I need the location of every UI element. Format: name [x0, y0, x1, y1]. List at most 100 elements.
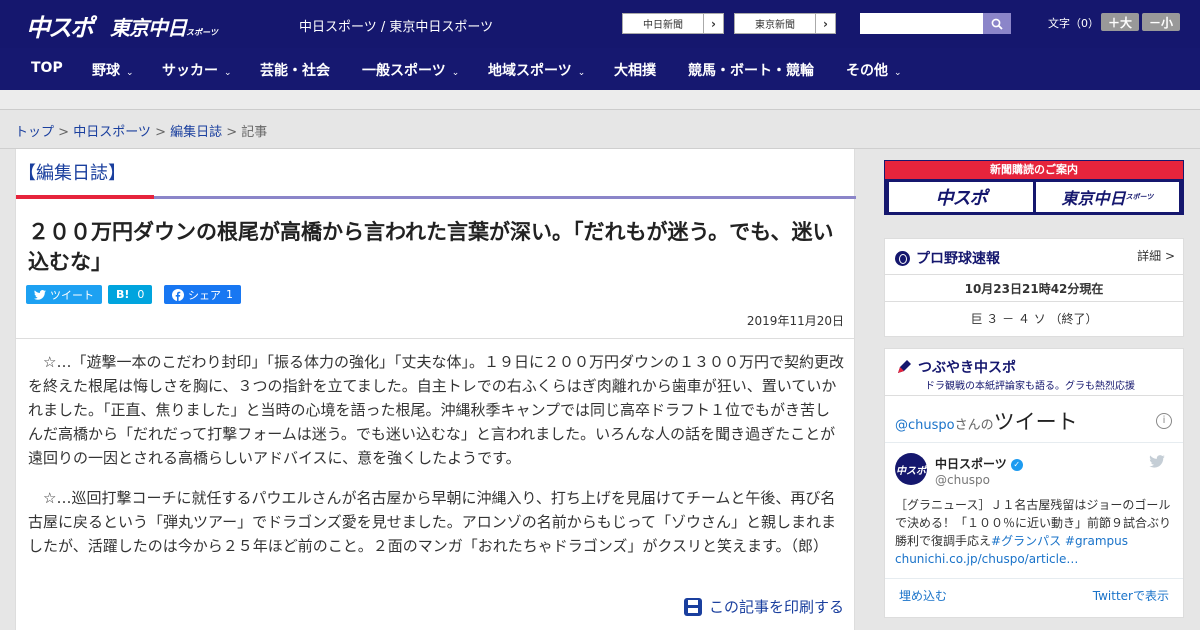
divider	[885, 578, 1183, 579]
twitter-bird-icon[interactable]	[1149, 455, 1165, 468]
tweet-account-handle[interactable]: @chuspo	[935, 473, 990, 487]
handle-suffix: さんの	[954, 418, 994, 433]
chevron-down-icon: ⌄	[451, 68, 460, 78]
avatar[interactable]: 中スポ	[895, 453, 927, 485]
nav-item-label: 野球	[92, 63, 120, 79]
hatena-count: 0	[137, 288, 145, 301]
search-icon	[991, 18, 1003, 30]
site-header: 中スポ 東京中日スポーツ 中日スポーツ / 東京中日スポーツ 中日新聞 › 東京…	[0, 0, 1200, 48]
twitter-handle-link[interactable]: @chuspo	[895, 418, 955, 433]
nav-item-racing[interactable]: 競馬・ボート・競輪	[688, 60, 814, 80]
article-container: 【編集日誌】 ２００万円ダウンの根尾が高橋から言われた言葉が深い。「だれもが迷う…	[15, 149, 856, 630]
facebook-share-label: シェア	[188, 288, 221, 302]
category-bar	[154, 196, 856, 199]
nav-item-label: TOP	[31, 60, 63, 76]
nav-item-label: その他	[846, 63, 888, 79]
nav-item-label: 大相撲	[614, 63, 656, 79]
twitter-widget: つぶやき中スポ ドラ観戦の本紙評論家も語る。グラも熱烈応援 @chuspoさんの…	[884, 348, 1184, 618]
nav-item-baseball[interactable]: 野球 ⌄	[92, 60, 134, 80]
tokyo-chunichi-logo-text: 東京中日	[1061, 189, 1126, 208]
ad-strip	[0, 90, 1200, 110]
nav-item-sumo[interactable]: 大相撲	[614, 60, 656, 80]
baseball-score-widget: プロ野球速報 詳細 > 10月23日21時42分現在 巨 ３ － ４ ソ （終了…	[884, 238, 1184, 337]
twitter-bird-icon	[34, 289, 46, 300]
embed-link[interactable]: 埋め込む	[899, 587, 947, 604]
divider	[885, 274, 1183, 275]
nav-item-label: 一般スポーツ	[362, 63, 446, 79]
search-input[interactable]	[860, 13, 984, 34]
divider	[16, 338, 854, 339]
tokyo-chunichi-logo-text: 東京中日	[110, 16, 187, 40]
nav-item-entertainment[interactable]: 芸能・社会	[260, 60, 330, 80]
baseball-update-time: 10月23日21時42分現在	[964, 282, 1104, 296]
fontsize-increase-button[interactable]: ＋大	[1101, 13, 1139, 31]
tweet-text: ［グラニュース］Ｊ１名古屋残留はジョーのゴールで決める！「１００％に近い動き」前…	[895, 496, 1173, 568]
nav-item-soccer[interactable]: サッカー ⌄	[162, 60, 232, 80]
fontsize-decrease-button[interactable]: －小	[1142, 13, 1180, 31]
info-icon[interactable]: i	[1156, 413, 1172, 429]
printer-icon	[683, 597, 702, 616]
ext-link-label: 東京新聞	[755, 20, 795, 31]
nav-item-label: 地域スポーツ	[488, 63, 572, 79]
tweets-widget-subtitle: ドラ観戦の本紙評論家も語る。グラも熱烈応援	[925, 381, 1135, 392]
game-score[interactable]: 巨 ３ － ４ ソ （終了）	[885, 310, 1183, 327]
tokyo-shimbun-link[interactable]: 東京新聞 ›	[734, 13, 836, 34]
subscription-banner[interactable]: 新聞購読のご案内 中スポ 東京中日 スポーツ	[884, 160, 1184, 215]
chuspo-logo[interactable]: 中スポ	[26, 8, 94, 43]
divider	[885, 395, 1183, 396]
tweet-hashtags[interactable]: #グランパス #grampus	[991, 534, 1128, 548]
chevron-right-icon: ›	[703, 14, 723, 33]
tweet-heading: ツイート	[993, 410, 1078, 434]
verified-badge-icon: ✓	[1010, 458, 1023, 471]
breadcrumb: トップ > 中日スポーツ > 編集日誌 > 記事	[15, 121, 267, 140]
tweet-link[interactable]: chunichi.co.jp/chuspo/article…	[895, 552, 1078, 566]
nav-item-label: 競馬・ボート・競輪	[688, 63, 814, 79]
tweet-account-name[interactable]: 中日スポーツ ✓	[935, 455, 1023, 472]
chevron-down-icon: ⌄	[894, 68, 902, 78]
tokyo-chunichi-logo: 東京中日 スポーツ	[1036, 182, 1179, 212]
widget-title: プロ野球速報	[895, 248, 1000, 268]
twitter-timeline-header: @chuspoさんのツイート	[895, 406, 1078, 436]
breadcrumb-sep: >	[150, 125, 171, 140]
breadcrumb-sep: >	[222, 125, 242, 140]
tokyo-chunichi-logo[interactable]: 東京中日スポーツ	[110, 12, 218, 41]
category-title[interactable]: 【編集日誌】	[18, 159, 126, 185]
divider	[885, 442, 1183, 443]
search-button[interactable]	[983, 13, 1011, 34]
hatena-icon: B!	[116, 288, 130, 301]
breadcrumb-current: 記事	[241, 125, 268, 140]
chevron-down-icon: ⌄	[577, 68, 586, 78]
category-bar	[16, 195, 154, 199]
tweets-widget-title: つぶやき中スポ	[918, 360, 1016, 376]
divider	[885, 301, 1183, 302]
nav-item-general-sports[interactable]: 一般スポーツ ⌄	[362, 60, 459, 80]
baseball-widget-title: プロ野球速報	[916, 251, 1000, 267]
breadcrumb-section[interactable]: 中日スポーツ	[73, 125, 151, 140]
chuspo-logo: 中スポ	[889, 182, 1033, 212]
fontsize-label: 文字（0）	[1048, 17, 1099, 30]
article-paragraph: ☆…巡回打撃コーチに就任するパウエルさんが名古屋から早朝に沖縄入り、打ち上げを見…	[28, 489, 837, 555]
site-names: 中日スポーツ / 東京中日スポーツ	[299, 20, 494, 35]
widget-title: つぶやき中スポ	[895, 357, 1016, 377]
pen-icon	[898, 360, 911, 373]
nav-item-top[interactable]: TOP	[31, 60, 63, 76]
article-paragraph: ☆…「遊撃一本のこだわり封印」「振る体力の強化」「丈夫な体」。１９日に２００万円…	[28, 353, 844, 467]
breadcrumb-category[interactable]: 編集日誌	[170, 125, 222, 140]
subscription-title: 新聞購読のご案内	[885, 161, 1183, 179]
hatena-bookmark-button[interactable]: B! 0	[108, 285, 153, 304]
facebook-share-button[interactable]: シェア 1	[164, 285, 241, 304]
breadcrumb-top[interactable]: トップ	[15, 125, 54, 140]
tweet-button[interactable]: ツイート	[26, 285, 102, 304]
nav-item-label: サッカー	[162, 63, 218, 79]
view-on-twitter-link[interactable]: Twitterで表示	[1093, 587, 1169, 604]
chevron-down-icon: ⌄	[224, 68, 232, 78]
print-article-link[interactable]: この記事を印刷する	[683, 596, 844, 617]
facebook-icon	[172, 288, 184, 301]
article-headline: ２００万円ダウンの根尾が高橋から言われた言葉が深い。「だれもが迷う。でも、迷い込…	[28, 220, 834, 274]
main-nav: TOP 野球 ⌄ サッカー ⌄ 芸能・社会 一般スポーツ ⌄ 地域スポーツ ⌄ 大相撲 …	[0, 48, 1200, 90]
chevron-right-icon: ›	[815, 14, 835, 33]
nav-item-regional-sports[interactable]: 地域スポーツ ⌄	[488, 60, 585, 80]
nav-item-other[interactable]: その他 ⌄	[846, 60, 902, 80]
chunichi-shimbun-link[interactable]: 中日新聞 ›	[622, 13, 724, 34]
baseball-detail-link[interactable]: 詳細 >	[1137, 247, 1175, 264]
